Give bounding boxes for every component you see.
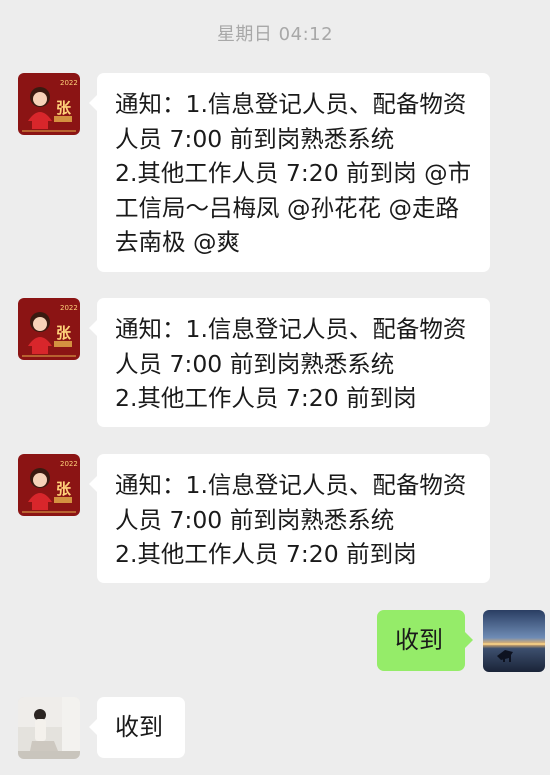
- self-avatar[interactable]: [483, 610, 545, 672]
- avatar-name-char: 张: [56, 99, 72, 117]
- sunset-silhouette-avatar-image: [483, 610, 545, 672]
- message-bubble-self[interactable]: 收到: [377, 610, 473, 671]
- avatar-year-text: 2022: [60, 304, 78, 312]
- message-bubble[interactable]: 收到: [89, 697, 185, 758]
- avatar-year-text: 2022: [60, 460, 78, 468]
- girl-avatar-image: [18, 697, 80, 759]
- sender-avatar[interactable]: 2022 张: [18, 73, 80, 135]
- sender-avatar[interactable]: 2022 张: [18, 298, 80, 360]
- sender-avatar[interactable]: [18, 697, 80, 759]
- message-bubble[interactable]: 通知：1.信息登记人员、配备物资人员 7:00 前到岗熟悉系统 2.其他工作人员…: [89, 454, 490, 583]
- avatar-year-text: 2022: [60, 79, 78, 87]
- zhang-avatar-image: 2022 张: [18, 73, 80, 135]
- avatar-name-char: 张: [56, 480, 72, 498]
- message-bubble[interactable]: 通知：1.信息登记人员、配备物资人员 7:00 前到岗熟悉系统 2.其他工作人员…: [89, 73, 490, 272]
- sender-avatar[interactable]: 2022 张: [18, 454, 80, 516]
- message-bubble[interactable]: 通知：1.信息登记人员、配备物资人员 7:00 前到岗熟悉系统 2.其他工作人员…: [89, 298, 490, 427]
- avatar-name-char: 张: [56, 324, 72, 342]
- chat-timestamp: 星期日 04:12: [216, 24, 334, 45]
- zhang-avatar-image: 2022 张: [18, 298, 80, 360]
- zhang-avatar-image: 2022 张: [18, 454, 80, 516]
